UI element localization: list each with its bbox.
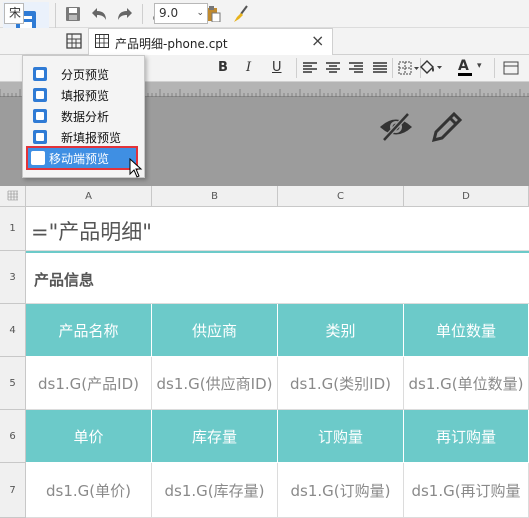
align-center-icon[interactable]	[325, 61, 341, 78]
column-header[interactable]: C	[278, 186, 404, 207]
font-size-select[interactable]: 9.0 ⌄	[154, 3, 208, 24]
menu-item-label: 数据分析	[61, 109, 110, 124]
cell-a1[interactable]: ="产品明细"	[31, 216, 152, 246]
menu-item-fill-preview[interactable]: 填报预览	[27, 85, 141, 105]
menu-item-label: 移动端预览	[49, 151, 110, 166]
bold-button[interactable]: B	[218, 60, 228, 75]
spreadsheet-row: ="产品明细"	[26, 207, 529, 251]
menu-item-label: 填报预览	[61, 88, 110, 103]
new-fill-preview-icon	[33, 130, 47, 144]
data-analysis-icon	[33, 109, 47, 123]
tab-file-label: 产品明细-phone.cpt	[115, 37, 228, 51]
page-preview-icon	[33, 67, 47, 81]
row-header[interactable]: 1	[0, 207, 26, 251]
divider	[142, 4, 143, 24]
divider	[392, 58, 393, 78]
divider	[494, 58, 495, 78]
font-color-button[interactable]: A	[458, 58, 472, 76]
data-cell[interactable]: ds1.G(单位数量)	[404, 357, 529, 410]
header-cell[interactable]: 订购量	[278, 410, 404, 463]
header-cell[interactable]: 单位数量	[404, 304, 529, 357]
menu-item-page-preview[interactable]: 分页预览	[27, 64, 141, 84]
select-all-corner[interactable]	[0, 186, 26, 207]
cell-a3[interactable]: 产品信息	[34, 269, 94, 290]
close-icon[interactable]: ×	[311, 31, 324, 50]
align-left-icon[interactable]	[302, 61, 318, 78]
data-cell[interactable]: ds1.G(供应商ID)	[152, 357, 278, 410]
menu-item-mobile-preview[interactable]: 移动端预览	[26, 146, 138, 170]
row-header[interactable]: 4	[0, 304, 26, 357]
header-cell[interactable]: 库存量	[152, 410, 278, 463]
data-cell[interactable]: ds1.G(库存量)	[152, 463, 278, 518]
freeze-panes-icon[interactable]	[503, 61, 519, 78]
column-header[interactable]: D	[404, 186, 529, 207]
font-size-value: 9.0	[159, 6, 179, 20]
grid-file-icon	[95, 34, 109, 51]
align-right-icon[interactable]	[348, 61, 364, 78]
mouse-cursor-icon	[129, 157, 143, 181]
header-cell[interactable]: 供应商	[152, 304, 278, 357]
fill-preview-icon	[33, 88, 47, 102]
template-icon[interactable]	[66, 33, 82, 52]
data-cell[interactable]: ds1.G(产品ID)	[26, 357, 152, 410]
eye-off-icon[interactable]	[378, 110, 414, 147]
header-cell[interactable]: 再订购量	[404, 410, 529, 463]
italic-button[interactable]: I	[246, 60, 251, 75]
preview-menu: 分页预览 填报预览 数据分析 新填报预览 移动端预览	[22, 55, 145, 178]
data-cell[interactable]: ds1.G(订购量)	[278, 463, 404, 518]
font-select[interactable]: 宋	[4, 3, 24, 24]
row-header[interactable]: 7	[0, 463, 26, 518]
save-icon[interactable]	[62, 3, 84, 25]
format-painter-icon[interactable]	[230, 3, 252, 25]
justify-icon[interactable]	[372, 61, 388, 78]
header-cell[interactable]: 产品名称	[26, 304, 152, 357]
column-header[interactable]: B	[152, 186, 278, 207]
menu-item-label: 新填报预览	[61, 130, 122, 145]
border-icon[interactable]	[398, 61, 420, 78]
divider	[296, 58, 297, 78]
data-cell[interactable]: ds1.G(再订购量	[404, 463, 529, 518]
fill-color-icon[interactable]	[418, 59, 444, 80]
chevron-down-icon: ▾	[477, 61, 482, 71]
row-header[interactable]: 3	[0, 251, 26, 304]
spreadsheet-row: 产品信息	[26, 251, 529, 304]
chevron-down-icon: ⌄	[196, 8, 204, 18]
mobile-preview-icon	[31, 151, 45, 165]
underline-button[interactable]: U	[272, 60, 282, 75]
header-cell[interactable]: 类别	[278, 304, 404, 357]
font-color-label: A	[458, 58, 469, 74]
header-cell[interactable]: 单价	[26, 410, 152, 463]
redo-icon[interactable]	[114, 3, 136, 25]
edit-icon[interactable]	[430, 110, 464, 147]
undo-icon[interactable]	[88, 3, 110, 25]
row-header[interactable]: 5	[0, 357, 26, 410]
data-cell[interactable]: ds1.G(类别ID)	[278, 357, 404, 410]
data-cell[interactable]: ds1.G(单价)	[26, 463, 152, 518]
menu-item-label: 分页预览	[61, 67, 110, 82]
menu-item-new-fill-preview[interactable]: 新填报预览	[27, 127, 141, 147]
menu-item-data-analysis[interactable]: 数据分析	[27, 106, 141, 126]
column-header[interactable]: A	[26, 186, 152, 207]
column-header-row: A B C D	[0, 186, 529, 207]
row-header[interactable]: 6	[0, 410, 26, 463]
tab-file[interactable]: 产品明细-phone.cpt ×	[88, 28, 333, 55]
